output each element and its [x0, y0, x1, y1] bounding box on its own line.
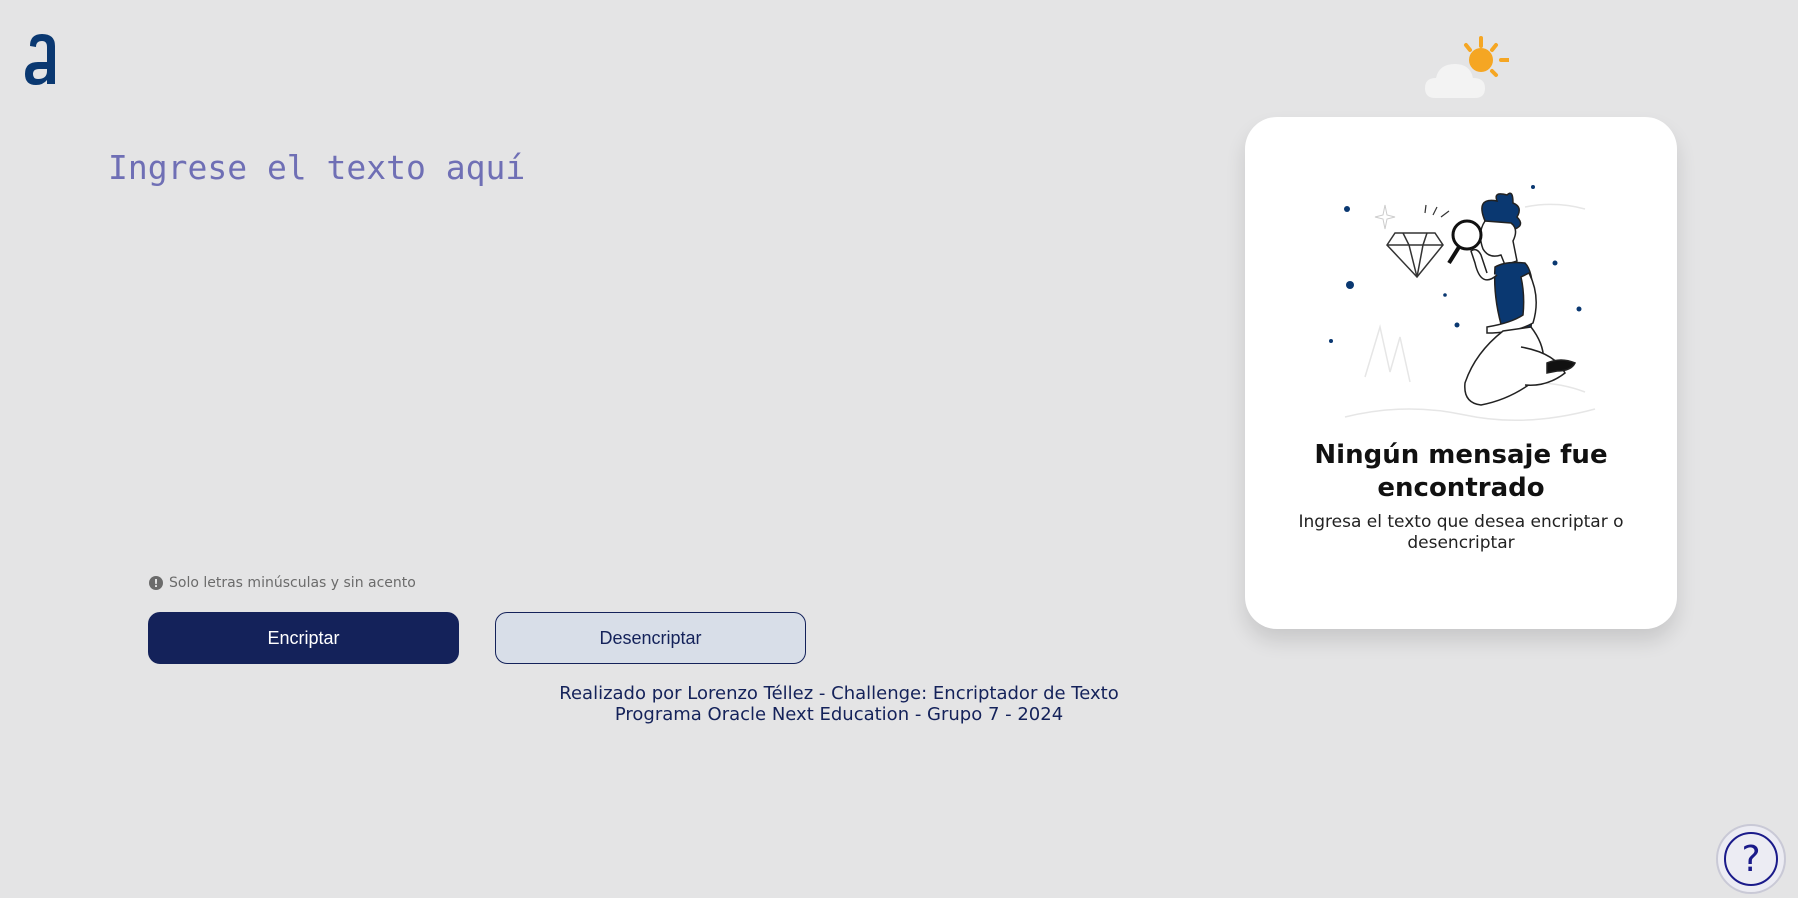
exclamation-circle-icon: ! [149, 576, 163, 590]
input-hint: ! Solo letras minúsculas y sin acento [149, 575, 416, 591]
no-message-title: Ningún mensaje fue encontrado [1314, 440, 1608, 503]
alura-logo [25, 34, 55, 85]
search-illustration [1329, 185, 1596, 422]
encrypt-button[interactable]: Encriptar [148, 612, 459, 664]
help-button[interactable]: ? [1716, 824, 1786, 894]
no-message-subtitle: Ingresa el texto que desea encriptar o d… [1298, 512, 1624, 553]
footer-line-1: Realizado por Lorenzo Téllez - Challenge… [559, 683, 1119, 704]
hint-text: Solo letras minúsculas y sin acento [169, 575, 416, 591]
text-input[interactable] [108, 148, 1108, 548]
sun-behind-cloud-icon[interactable] [1425, 34, 1509, 102]
encriptador-page: ! Solo letras minúsculas y sin acento En… [0, 0, 1798, 898]
output-card: Ningún mensaje fue encontrado Ingresa el… [1245, 117, 1677, 629]
question-mark-icon: ? [1724, 832, 1778, 886]
footer-line-2: Programa Oracle Next Education - Grupo 7… [614, 704, 1064, 725]
footer: Realizado por Lorenzo Téllez - Challenge… [439, 683, 1239, 725]
decrypt-button[interactable]: Desencriptar [495, 612, 806, 664]
